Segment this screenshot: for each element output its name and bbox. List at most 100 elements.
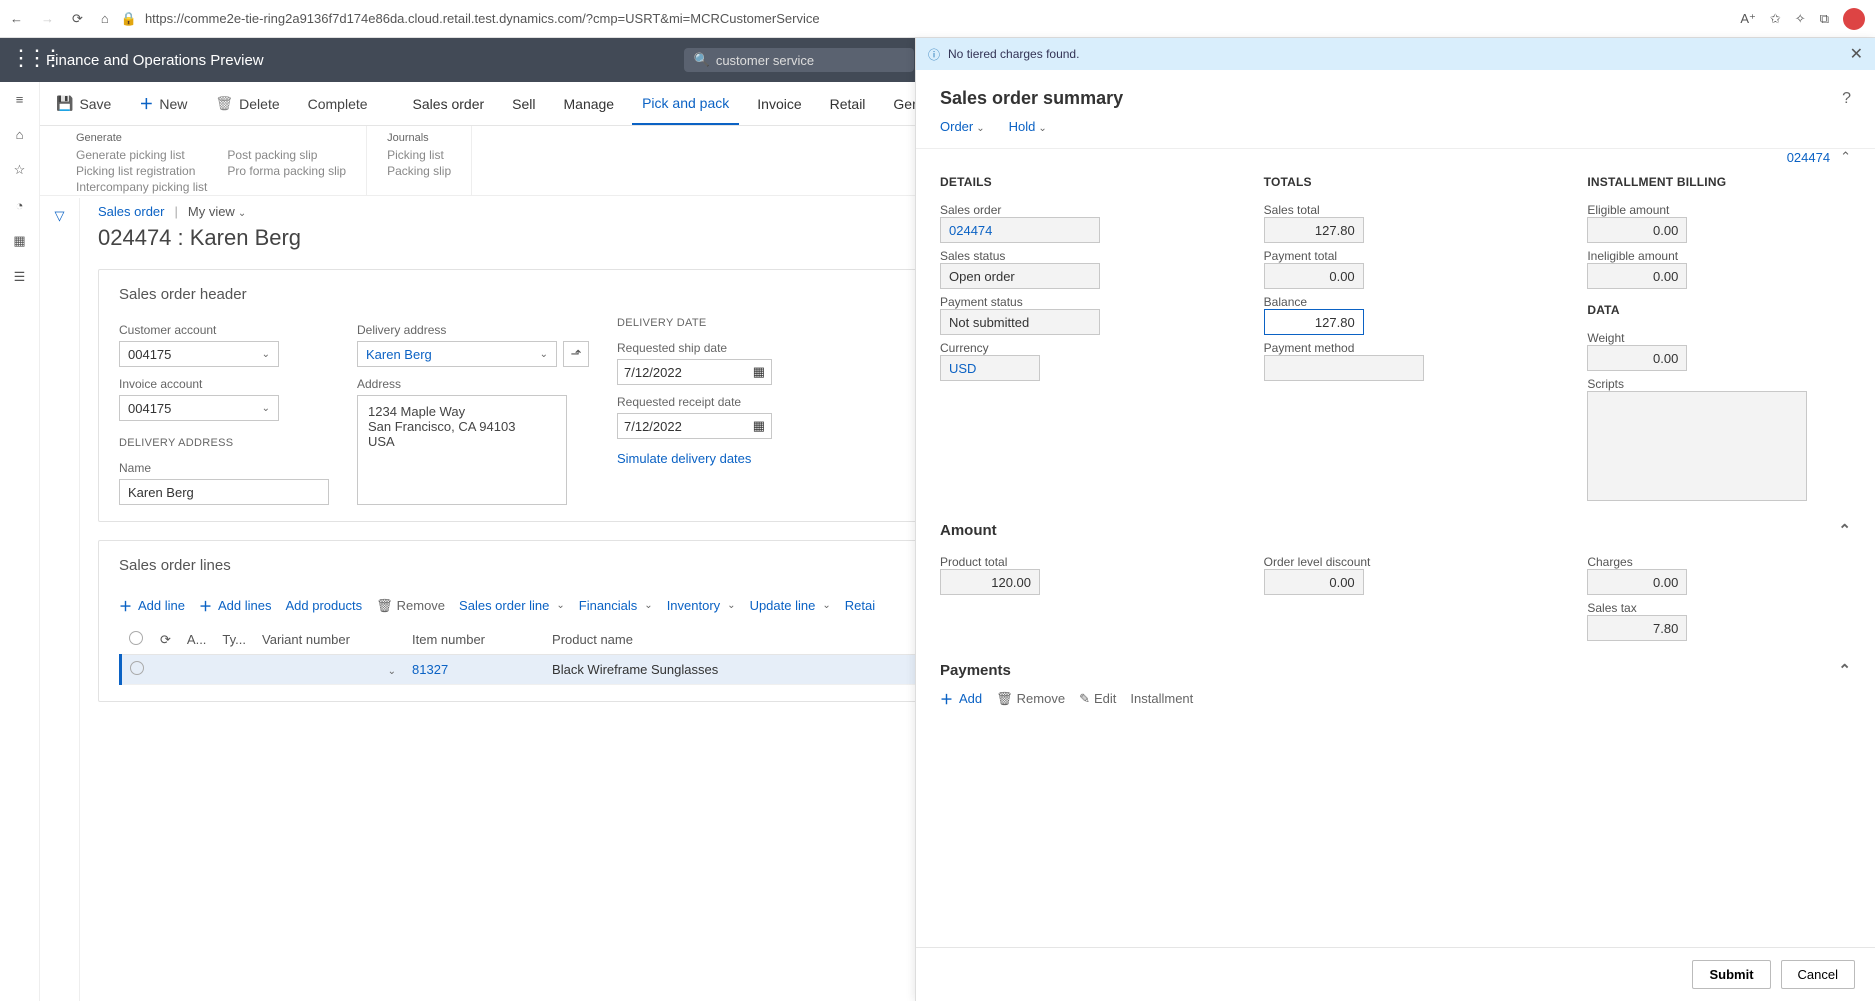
new-label: New: [159, 96, 187, 112]
nav-home-icon[interactable]: ⌂: [16, 127, 24, 142]
payment-installment-button[interactable]: Installment: [1130, 691, 1193, 706]
tab-manage[interactable]: Manage: [554, 82, 625, 125]
filter-icon[interactable]: ▽: [55, 208, 65, 223]
url-text[interactable]: https://comme2e-tie-ring2a9136f7d174e86d…: [145, 11, 820, 26]
details-column: DETAILS Sales order 024474 Sales status …: [940, 175, 1204, 501]
link-generate-picking-list[interactable]: Generate picking list: [76, 148, 207, 162]
add-line-button[interactable]: ＋Add line: [119, 596, 185, 615]
profile-avatar[interactable]: [1843, 8, 1865, 30]
product-total-value: 120.00: [940, 569, 1040, 595]
order-number-link[interactable]: 024474: [1787, 150, 1830, 165]
link-journal-packing-slip[interactable]: Packing slip: [387, 164, 451, 178]
favorite-icon[interactable]: ✩: [1770, 11, 1781, 27]
delete-button[interactable]: 🗑Delete: [205, 82, 289, 125]
nav-modules-icon[interactable]: ☰: [14, 269, 26, 285]
nav-favorites-icon[interactable]: ☆: [14, 162, 26, 178]
financials-menu[interactable]: Financials⌄: [579, 598, 653, 613]
chevron-up-icon: ⌃: [1838, 521, 1851, 539]
address-textarea[interactable]: 1234 Maple Way San Francisco, CA 94103 U…: [357, 395, 567, 505]
payment-edit-button[interactable]: ✎Edit: [1079, 691, 1116, 707]
item-number-link[interactable]: 81327: [412, 662, 448, 677]
line-retail-menu[interactable]: Retai: [845, 598, 875, 613]
payment-status-label: Payment status: [940, 295, 1204, 309]
home-icon[interactable]: ⌂: [101, 11, 109, 27]
refresh-column-icon[interactable]: ⟳: [160, 632, 171, 647]
link-picking-list-registration[interactable]: Picking list registration: [76, 164, 207, 178]
req-receipt-input[interactable]: 7/12/2022▦: [617, 413, 772, 439]
address-action-icon[interactable]: ⬏: [563, 341, 589, 367]
col-a[interactable]: A...: [179, 625, 215, 655]
add-lines-button[interactable]: ＋Add lines: [199, 596, 272, 615]
global-search[interactable]: 🔍: [684, 48, 914, 72]
link-post-packing-slip[interactable]: Post packing slip: [227, 148, 346, 162]
help-icon[interactable]: ?: [1842, 90, 1851, 108]
req-ship-input[interactable]: 7/12/2022▦: [617, 359, 772, 385]
nav-recent-icon[interactable]: ◔: [16, 198, 24, 213]
col-item[interactable]: Item number: [404, 625, 544, 655]
link-journal-picking-list[interactable]: Picking list: [387, 148, 451, 162]
amount-section-header[interactable]: Amount⌃: [940, 521, 1851, 539]
sales-order-value[interactable]: 024474: [940, 217, 1100, 243]
extensions-icon[interactable]: ⧉: [1820, 11, 1829, 27]
save-button[interactable]: 💾Save: [46, 82, 121, 125]
cancel-button[interactable]: Cancel: [1781, 960, 1855, 989]
collections-icon[interactable]: ✧: [1795, 11, 1806, 27]
waffle-icon[interactable]: [12, 51, 30, 69]
delivery-address-section-label: DELIVERY ADDRESS: [119, 437, 329, 449]
ribbon-group-generate: Generate Generate picking list Picking l…: [56, 126, 367, 195]
simulate-delivery-link[interactable]: Simulate delivery dates: [617, 451, 772, 466]
currency-value[interactable]: USD: [940, 355, 1040, 381]
refresh-icon[interactable]: ⟳: [72, 11, 83, 27]
invoice-account-input[interactable]: 004175⌄: [119, 395, 279, 421]
invoice-account-label: Invoice account: [119, 377, 329, 391]
tab-pick-and-pack[interactable]: Pick and pack: [632, 82, 739, 125]
tab-retail[interactable]: Retail: [820, 82, 876, 125]
forward-icon[interactable]: →: [41, 11, 54, 27]
select-all-radio[interactable]: [129, 631, 143, 645]
hold-menu[interactable]: Hold⌄: [1009, 119, 1047, 134]
tab-invoice[interactable]: Invoice: [747, 82, 811, 125]
complete-button[interactable]: Complete: [298, 82, 378, 125]
link-intercompany-picking-list[interactable]: Intercompany picking list: [76, 180, 207, 194]
tab-sales-order[interactable]: Sales order: [403, 82, 495, 125]
nav-hamburger-icon[interactable]: ≡: [16, 92, 24, 107]
breadcrumb-root[interactable]: Sales order: [98, 204, 164, 219]
sales-total-value: 127.80: [1264, 217, 1364, 243]
chevron-down-icon[interactable]: ⌄: [388, 666, 396, 677]
customer-account-label: Customer account: [119, 323, 329, 337]
tab-sell[interactable]: Sell: [502, 82, 545, 125]
new-button[interactable]: ＋New: [129, 82, 197, 125]
row-select-radio[interactable]: [130, 661, 144, 675]
link-proforma-packing-slip[interactable]: Pro forma packing slip: [227, 164, 346, 178]
delivery-address-input[interactable]: Karen Berg⌄: [357, 341, 557, 367]
sales-total-label: Sales total: [1264, 203, 1528, 217]
customer-account-input[interactable]: 004175⌄: [119, 341, 279, 367]
payment-add-button[interactable]: ＋Add: [940, 689, 982, 708]
installment-heading: INSTALLMENT BILLING: [1587, 175, 1851, 189]
add-products-button[interactable]: Add products: [286, 598, 363, 613]
text-size-icon[interactable]: A⁺: [1740, 11, 1756, 27]
inventory-menu[interactable]: Inventory⌄: [667, 598, 736, 613]
breadcrumb-view[interactable]: My view⌄: [188, 204, 246, 219]
col-variant[interactable]: Variant number: [254, 625, 404, 655]
name-input[interactable]: Karen Berg: [119, 479, 329, 505]
balance-value[interactable]: 127.80: [1264, 309, 1364, 335]
remove-line-button[interactable]: 🗑Remove: [376, 598, 445, 614]
group-title-journals: Journals: [387, 132, 451, 144]
save-label: Save: [79, 96, 111, 112]
scripts-textarea[interactable]: [1587, 391, 1807, 501]
col-ty[interactable]: Ty...: [214, 625, 254, 655]
nav-workspaces-icon[interactable]: ▦: [13, 233, 25, 249]
order-menu[interactable]: Order⌄: [940, 119, 985, 134]
update-line-menu[interactable]: Update line⌄: [750, 598, 831, 613]
filter-strip: ▽: [40, 198, 80, 1001]
back-icon[interactable]: ←: [10, 11, 23, 27]
submit-button[interactable]: Submit: [1692, 960, 1770, 989]
search-input[interactable]: [716, 53, 904, 68]
payments-section-header[interactable]: Payments⌃: [940, 661, 1851, 679]
close-panel-icon[interactable]: ✕: [1850, 44, 1863, 64]
payment-remove-button[interactable]: 🗑Remove: [996, 691, 1065, 707]
sales-order-line-menu[interactable]: Sales order line⌄: [459, 598, 565, 613]
chevron-up-icon[interactable]: ⌃: [1840, 149, 1851, 165]
payment-total-value: 0.00: [1264, 263, 1364, 289]
